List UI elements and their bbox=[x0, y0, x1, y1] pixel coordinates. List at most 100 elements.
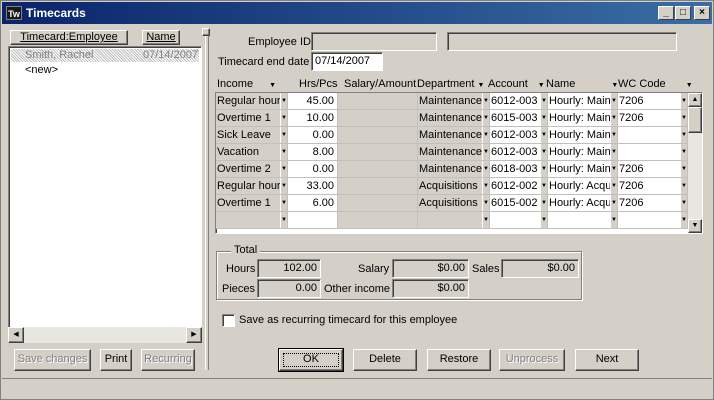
grid-cell-salary[interactable] bbox=[338, 93, 418, 110]
grid-cell-wc[interactable]: ▼ bbox=[618, 144, 688, 161]
grid-cell-salary[interactable] bbox=[338, 161, 418, 178]
dropdown-arrow-icon[interactable]: ▼ bbox=[680, 212, 687, 228]
grid-cell-dept[interactable]: Maintenance ▼ bbox=[418, 144, 490, 161]
table-row[interactable]: ▼ ▼ ▼ ▼ ▼ bbox=[216, 212, 688, 229]
timecard-list[interactable]: Smith, Rachel 07/14/2007 <new> bbox=[8, 46, 202, 342]
grid-cell-salary[interactable] bbox=[338, 110, 418, 127]
table-row[interactable]: Overtime 1 ▼ 6.00 Acquisitions ▼ 6015-002 ▼ Hou… bbox=[216, 195, 688, 212]
grid-cell-account[interactable]: 6015-003 ▼ bbox=[490, 110, 548, 127]
dropdown-arrow-icon[interactable]: ▼ bbox=[482, 110, 489, 126]
dropdown-arrow-icon[interactable]: ▼ bbox=[482, 212, 489, 228]
grid-cell-wc[interactable]: 7206 ▼ bbox=[618, 195, 688, 212]
grid-cell-hrs[interactable] bbox=[288, 212, 338, 229]
column-header-name[interactable]: Name bbox=[142, 30, 180, 45]
dropdown-arrow-icon[interactable]: ▼ bbox=[540, 178, 547, 194]
scroll-right-icon[interactable]: ▶ bbox=[186, 327, 202, 343]
delete-button[interactable]: Delete bbox=[353, 349, 417, 371]
dropdown-arrow-icon[interactable]: ▼ bbox=[280, 144, 287, 160]
dropdown-arrow-icon[interactable]: ▼ bbox=[482, 144, 489, 160]
grid-cell-wc[interactable]: 7206 ▼ bbox=[618, 178, 688, 195]
table-row[interactable]: Vacation ▼ 8.00 Maintenance ▼ 6012-003 ▼ Hourly… bbox=[216, 144, 688, 161]
grid-cell-name[interactable]: Hourly: Maint ▼ bbox=[548, 93, 618, 110]
scroll-down-icon[interactable]: ▼ bbox=[688, 219, 702, 233]
grid-cell-account[interactable]: 6012-002 ▼ bbox=[490, 178, 548, 195]
restore-button[interactable]: Restore bbox=[427, 349, 491, 371]
dropdown-arrow-icon[interactable]: ▼ bbox=[482, 161, 489, 177]
grid-cell-account[interactable]: 6018-003 ▼ bbox=[490, 161, 548, 178]
dropdown-arrow-icon[interactable]: ▼ bbox=[610, 195, 617, 211]
list-item-new[interactable]: <new> bbox=[25, 64, 58, 76]
dropdown-arrow-icon[interactable]: ▼ bbox=[610, 178, 617, 194]
dropdown-arrow-icon[interactable]: ▼ bbox=[482, 178, 489, 194]
grid-cell-dept[interactable]: ▼ bbox=[418, 212, 490, 229]
grid-cell-account[interactable]: 6012-003 ▼ bbox=[490, 127, 548, 144]
dropdown-arrow-icon[interactable]: ▼ bbox=[540, 212, 547, 228]
grid-cell-name[interactable]: Hourly: Acqu ▼ bbox=[548, 178, 618, 195]
dropdown-arrow-icon[interactable]: ▼ bbox=[680, 195, 687, 211]
grid-cell-salary[interactable] bbox=[338, 195, 418, 212]
dropdown-arrow-icon[interactable]: ▼ bbox=[540, 127, 547, 143]
grid-cell-income[interactable]: Regular hour ▼ bbox=[216, 178, 288, 195]
grid-cell-income[interactable]: Vacation ▼ bbox=[216, 144, 288, 161]
dropdown-arrow-icon[interactable]: ▼ bbox=[680, 110, 687, 126]
dropdown-arrow-icon[interactable]: ▼ bbox=[540, 161, 547, 177]
dropdown-arrow-icon[interactable]: ▼ bbox=[610, 161, 617, 177]
grid-cell-hrs[interactable]: 0.00 bbox=[288, 161, 338, 178]
grid-header-salary-amount[interactable]: Salary/Amount bbox=[344, 76, 416, 92]
grid-cell-name[interactable]: Hourly: Maint ▼ bbox=[548, 161, 618, 178]
dropdown-arrow-icon[interactable]: ▼ bbox=[280, 212, 287, 228]
dropdown-arrow-icon[interactable]: ▼ bbox=[482, 195, 489, 211]
dropdown-arrow-icon[interactable]: ▼ bbox=[540, 195, 547, 211]
grid-cell-dept[interactable]: Acquisitions ▼ bbox=[418, 178, 490, 195]
dropdown-arrow-icon[interactable]: ▼ bbox=[280, 127, 287, 143]
grid-cell-name[interactable]: Hourly: Maint ▼ bbox=[548, 110, 618, 127]
grid-cell-dept[interactable]: Maintenance ▼ bbox=[418, 127, 490, 144]
print-button[interactable]: Print bbox=[100, 349, 132, 371]
grid-cell-income[interactable]: Overtime 2 ▼ bbox=[216, 161, 288, 178]
dropdown-arrow-icon[interactable]: ▼ bbox=[482, 127, 489, 143]
grid-cell-dept[interactable]: Maintenance ▼ bbox=[418, 93, 490, 110]
grid-cell-account[interactable]: ▼ bbox=[490, 212, 548, 229]
dropdown-arrow-icon[interactable]: ▼ bbox=[610, 144, 617, 160]
grid-header-department[interactable]: Department ▼ bbox=[417, 76, 484, 92]
grid-cell-income[interactable]: Overtime 1 ▼ bbox=[216, 195, 288, 212]
recurring-checkbox[interactable] bbox=[222, 314, 235, 327]
grid-cell-dept[interactable]: Maintenance ▼ bbox=[418, 161, 490, 178]
grid-header-hrs-pcs[interactable]: Hrs/Pcs bbox=[299, 76, 338, 92]
table-row[interactable]: Overtime 1 ▼ 10.00 Maintenance ▼ 6015-003 ▼ Hou… bbox=[216, 110, 688, 127]
left-horizontal-scrollbar[interactable]: ◀ ▶ bbox=[8, 327, 202, 343]
recurring-button[interactable]: Recurring bbox=[141, 349, 195, 371]
grid-cell-hrs[interactable]: 33.00 bbox=[288, 178, 338, 195]
grid-cell-income[interactable]: Sick Leave ▼ bbox=[216, 127, 288, 144]
employee-name-field[interactable] bbox=[447, 32, 677, 51]
dropdown-arrow-icon[interactable]: ▼ bbox=[540, 93, 547, 109]
dropdown-arrow-icon[interactable]: ▼ bbox=[680, 144, 687, 160]
grid-header-wc-code[interactable]: WC Code ▼ bbox=[618, 76, 693, 92]
table-row[interactable]: Regular hour ▼ 33.00 Acquisitions ▼ 6012-002 ▼… bbox=[216, 178, 688, 195]
income-grid[interactable]: Regular hour ▼ 45.00 Maintenance ▼ 6012-003 ▼ H… bbox=[215, 92, 703, 234]
table-row[interactable]: Sick Leave ▼ 0.00 Maintenance ▼ 6012-003 ▼ Hour… bbox=[216, 127, 688, 144]
table-row[interactable]: Overtime 2 ▼ 0.00 Maintenance ▼ 6018-003 ▼ Hour… bbox=[216, 161, 688, 178]
save-changes-button[interactable]: Save changes bbox=[14, 349, 91, 371]
dropdown-arrow-icon[interactable]: ▼ bbox=[540, 144, 547, 160]
grid-cell-hrs[interactable]: 6.00 bbox=[288, 195, 338, 212]
grid-cell-hrs[interactable]: 8.00 bbox=[288, 144, 338, 161]
grid-cell-dept[interactable]: Acquisitions ▼ bbox=[418, 195, 490, 212]
dropdown-arrow-icon[interactable]: ▼ bbox=[680, 127, 687, 143]
dropdown-arrow-icon[interactable]: ▼ bbox=[540, 110, 547, 126]
dropdown-arrow-icon[interactable]: ▼ bbox=[280, 161, 287, 177]
grid-cell-wc[interactable]: ▼ bbox=[618, 127, 688, 144]
ok-button[interactable]: OK bbox=[278, 348, 344, 372]
grid-cell-salary[interactable] bbox=[338, 212, 418, 229]
dropdown-arrow-icon[interactable]: ▼ bbox=[680, 178, 687, 194]
grid-cell-wc[interactable]: ▼ bbox=[618, 212, 688, 229]
grid-header-account[interactable]: Account ▼ bbox=[488, 76, 545, 92]
dropdown-arrow-icon[interactable]: ▼ bbox=[280, 195, 287, 211]
grid-cell-hrs[interactable]: 10.00 bbox=[288, 110, 338, 127]
grid-cell-income[interactable]: Overtime 1 ▼ bbox=[216, 110, 288, 127]
dropdown-arrow-icon[interactable]: ▼ bbox=[610, 110, 617, 126]
dropdown-arrow-icon[interactable]: ▼ bbox=[482, 93, 489, 109]
grid-header-name[interactable]: Name ▼ bbox=[546, 76, 618, 92]
grid-cell-name[interactable]: Hourly: Maint ▼ bbox=[548, 127, 618, 144]
grid-cell-salary[interactable] bbox=[338, 178, 418, 195]
